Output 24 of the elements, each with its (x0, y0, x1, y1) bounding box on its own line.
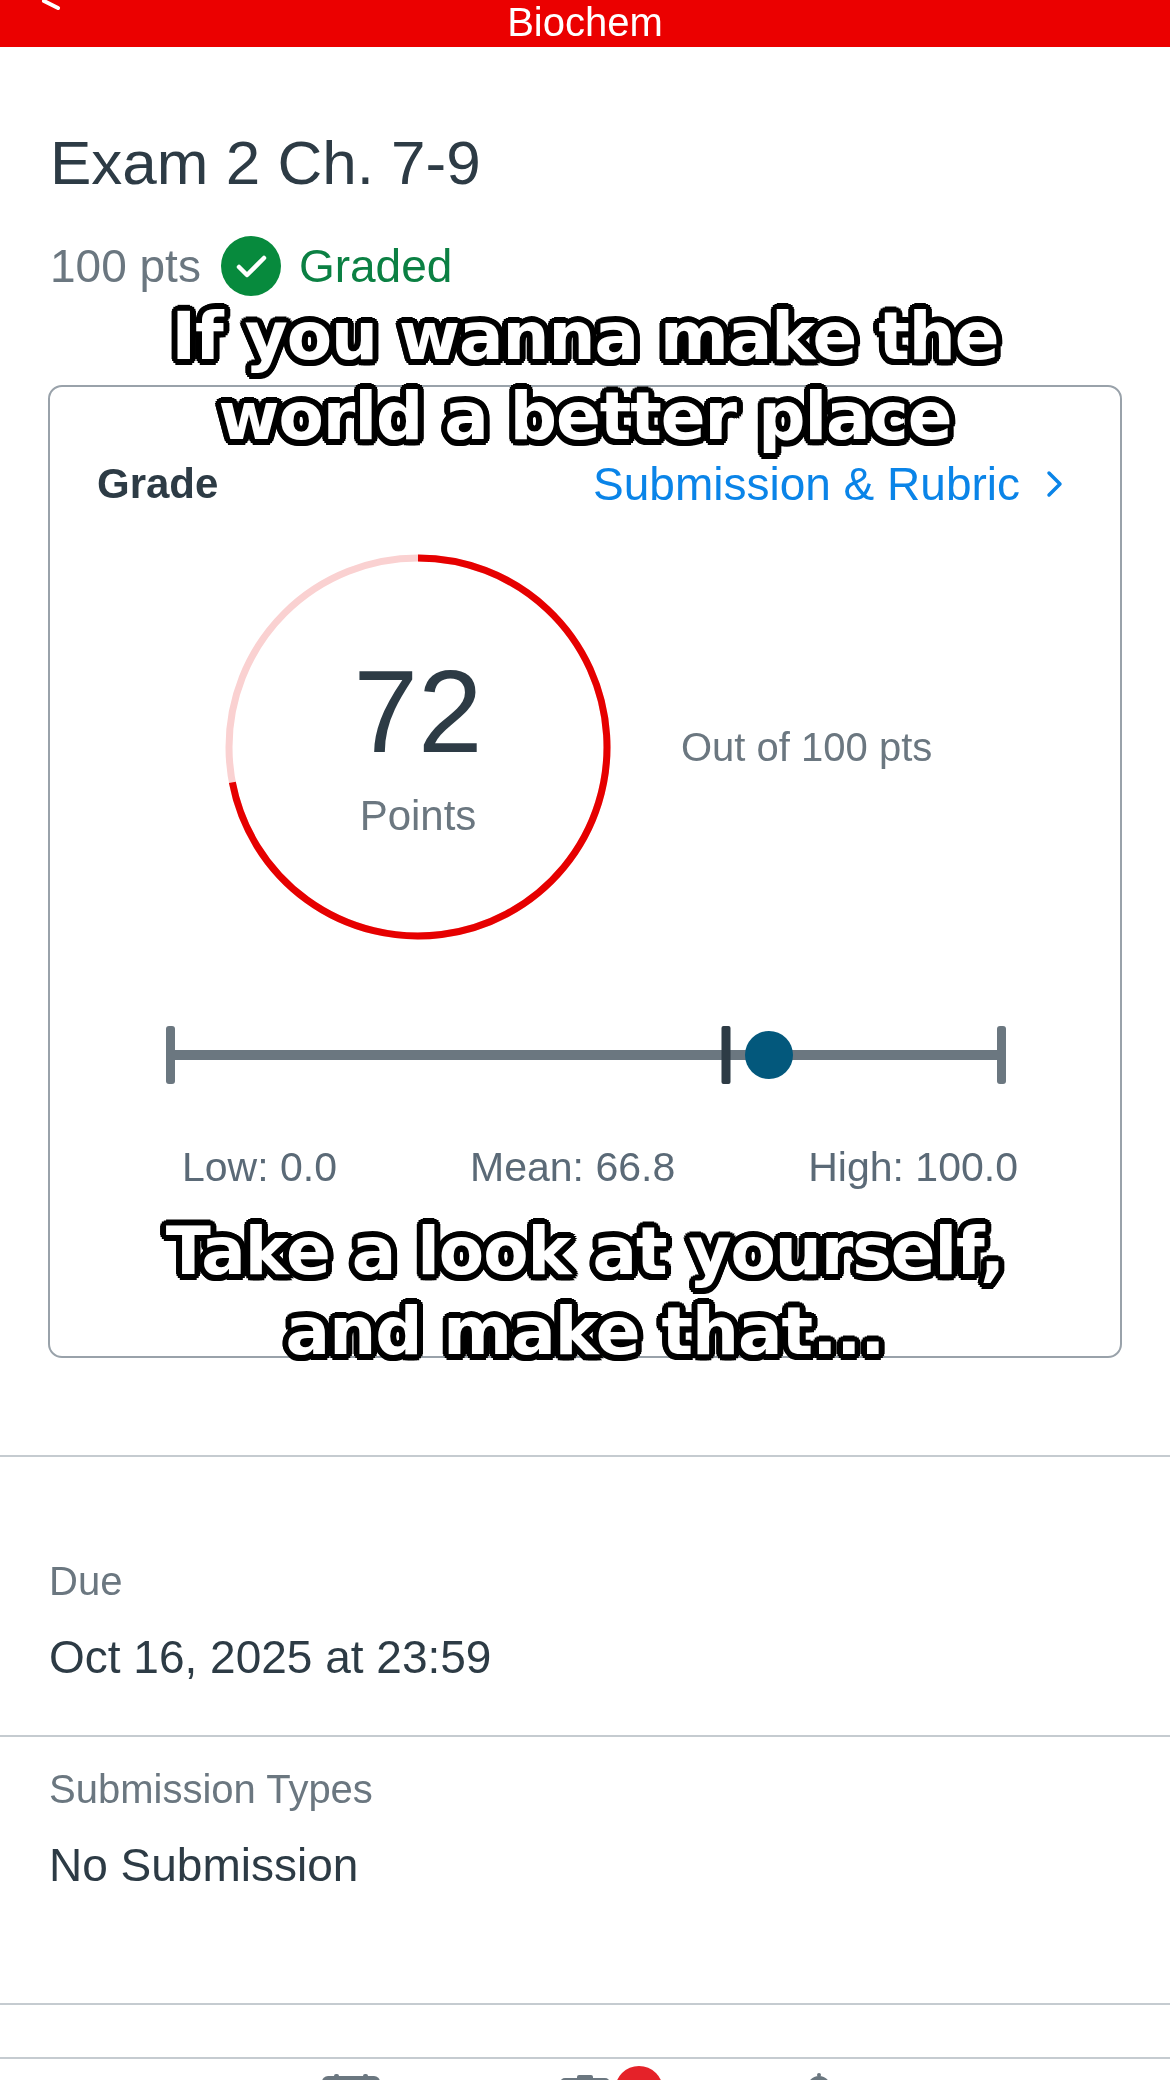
chevron-right-icon (1046, 470, 1063, 498)
detail-label: Submission Types (49, 1766, 373, 1813)
grade-heading: Grade (97, 459, 219, 509)
calendar-icon[interactable] (322, 2074, 380, 2080)
detail-value: Oct 16, 2025 at 23:59 (49, 1630, 492, 1685)
detail-value: No Submission (49, 1838, 359, 1893)
stat-label: High: 100.0 (808, 1143, 1018, 1191)
stat-label: Mean: 66.8 (470, 1143, 676, 1191)
assignment-title: Exam 2 Ch. 7-9 (50, 127, 482, 199)
score-unit-label: Points (359, 790, 477, 841)
score-value: 72 (353, 653, 483, 770)
clipboard-icon[interactable] (560, 2075, 610, 2080)
video-caption: If you wanna make the world a better place (125, 297, 1045, 457)
range-high-tick (997, 1026, 1006, 1084)
range-low-tick (166, 1026, 175, 1084)
course-title: Biochem (507, 0, 663, 44)
out-of-points: Out of 100 pts (681, 724, 933, 771)
graded-status: Graded (298, 239, 453, 293)
points-possible: 100 pts (50, 239, 201, 293)
check-circle-icon (220, 236, 281, 296)
video-caption: Take a look at yourself, and make that... (125, 1212, 1045, 1372)
detail-label: Due (49, 1558, 123, 1605)
stat-label: Low: 0.0 (182, 1143, 337, 1191)
back-chevron-icon[interactable] (41, 0, 61, 10)
